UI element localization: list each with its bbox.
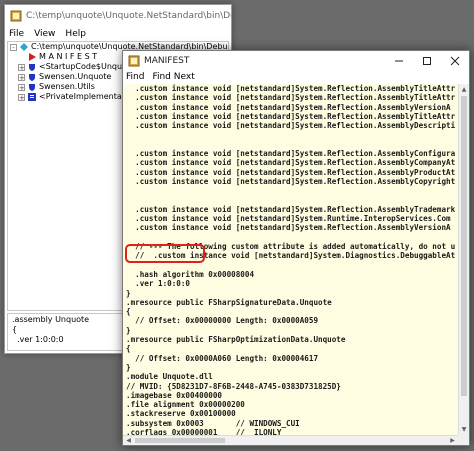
scroll-down-arrow-icon[interactable]: ▼: [459, 424, 469, 435]
ildasm-menu-bar: File View Help: [5, 27, 231, 41]
code-line: .custom instance void [netstandard]Syste…: [126, 204, 456, 214]
expand-toggle[interactable]: +: [18, 63, 25, 71]
expand-toggle[interactable]: +: [18, 93, 25, 101]
manifest-menu-bar: Find Find Next: [123, 71, 469, 83]
code-line: .hash algorithm 0x00008004: [126, 269, 255, 279]
scroll-right-arrow-icon[interactable]: ▶: [447, 436, 458, 444]
shield-icon: [29, 84, 35, 91]
manifest-app-icon: [128, 55, 140, 67]
minimize-icon: [395, 60, 403, 62]
code-line: .mresource public FSharpSignatureData.Un…: [126, 297, 332, 307]
code-line: }: [126, 362, 131, 372]
scrollbar-corner: [458, 435, 469, 445]
ildasm-window-title: C:\temp\unquote\Unquote.NetStandard\bin\…: [26, 11, 231, 21]
code-line: .mresource public FSharpOptimizationData…: [126, 335, 346, 345]
menu-find[interactable]: Find: [126, 72, 144, 82]
code-line: .ver 1:0:0:0: [126, 279, 191, 289]
close-icon: [450, 56, 460, 66]
code-line: // Offset: 0x0000A060 Length: 0x00004617: [126, 353, 319, 363]
vertical-scrollbar[interactable]: ▲ ▼: [458, 84, 469, 435]
manifest-window: MANIFEST Find Find Next .custom instance…: [122, 50, 470, 446]
shield-icon: [29, 74, 35, 81]
tree-node-label: M A N I F E S T: [39, 52, 98, 61]
class-icon: [28, 93, 36, 101]
code-line: .custom instance void [netstandard]Syste…: [126, 102, 451, 112]
manifest-window-title: MANIFEST: [144, 56, 190, 66]
tree-node-label: Swensen.Unquote: [39, 72, 112, 81]
horizontal-scrollbar[interactable]: ◀ ▶: [123, 435, 458, 445]
code-line: }: [126, 325, 131, 335]
code-line: .custom instance void [netstandard]Syste…: [126, 214, 451, 224]
ver-highlight-ring: [125, 244, 205, 263]
manifest-title-bar[interactable]: MANIFEST: [123, 51, 469, 71]
code-line: .custom instance void [netstandard]Syste…: [126, 223, 451, 233]
code-line: .custom instance void [netstandard]Syste…: [126, 149, 456, 159]
maximize-button[interactable]: [413, 51, 441, 71]
ildasm-app-icon: [10, 10, 22, 22]
vertical-scroll-thumb[interactable]: [461, 96, 467, 396]
code-line: .custom instance void [netstandard]Syste…: [126, 84, 456, 93]
code-line: .module Unquote.dll: [126, 372, 213, 382]
close-button[interactable]: [441, 51, 469, 71]
tree-node-label: Swensen.Utils: [39, 82, 95, 91]
code-line: }: [126, 288, 131, 298]
scroll-left-arrow-icon[interactable]: ◀: [123, 436, 134, 444]
menu-find-next[interactable]: Find Next: [152, 72, 194, 82]
collapse-toggle[interactable]: -: [10, 43, 17, 51]
menu-help[interactable]: Help: [65, 29, 86, 39]
code-line: {: [126, 344, 131, 354]
menu-file[interactable]: File: [9, 29, 24, 39]
horizontal-scroll-thumb[interactable]: [135, 438, 225, 443]
code-line: .corflags 0x00000001 // ILONLY: [126, 427, 282, 435]
code-line: .custom instance void [netstandard]Syste…: [126, 158, 456, 168]
red-triangle-icon: [29, 53, 36, 61]
expand-toggle[interactable]: +: [18, 83, 25, 91]
code-line: // Offset: 0x00000000 Length: 0x0000A059: [126, 316, 319, 326]
code-line: .stackreserve 0x00100000: [126, 409, 236, 419]
code-line: .custom instance void [netstandard]Syste…: [126, 167, 456, 177]
diamond-icon: [20, 43, 28, 51]
code-line: .custom instance void [netstandard]Syste…: [126, 176, 456, 186]
scroll-up-arrow-icon[interactable]: ▲: [459, 84, 469, 95]
code-line: .imagebase 0x00400000: [126, 390, 223, 400]
ildasm-title-bar[interactable]: C:\temp\unquote\Unquote.NetStandard\bin\…: [5, 5, 231, 27]
window-controls: [385, 51, 469, 71]
code-line: .subsystem 0x0003 // WINDOWS_CUI: [126, 418, 300, 428]
menu-view[interactable]: View: [34, 29, 55, 39]
code-line: // MVID: {5D8231D7-8F6B-2448-A745-0383D7…: [126, 381, 341, 391]
code-line: .custom instance void [netstandard]Syste…: [126, 111, 456, 121]
expand-toggle[interactable]: +: [18, 73, 25, 81]
code-line: .custom instance void [netstandard]Syste…: [126, 93, 456, 103]
code-line: .custom instance void [netstandard]Syste…: [126, 121, 456, 131]
shield-icon: [29, 64, 35, 71]
maximize-icon: [423, 57, 431, 65]
code-line: {: [126, 307, 131, 317]
minimize-button[interactable]: [385, 51, 413, 71]
code-line: .file alignment 0x00000200: [126, 400, 245, 410]
